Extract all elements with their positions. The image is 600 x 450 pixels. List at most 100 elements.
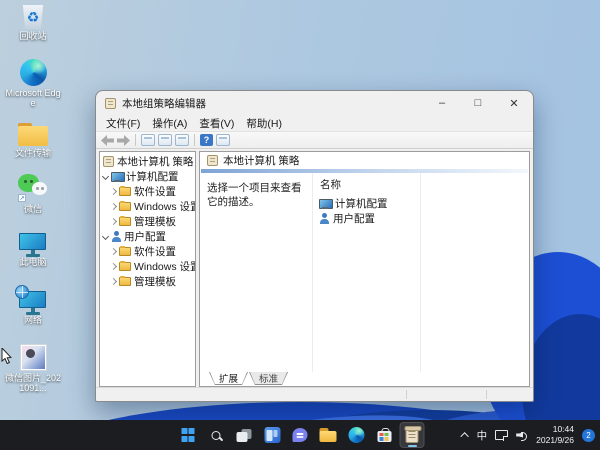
menu-file[interactable]: 文件(F) bbox=[100, 115, 146, 132]
toolbar-separator bbox=[194, 134, 195, 146]
list-item-computer-configuration[interactable]: 计算机配置 bbox=[313, 196, 529, 211]
toolbar-separator bbox=[135, 134, 136, 146]
this-pc-icon bbox=[19, 233, 47, 257]
desktop-icon-recycle-bin[interactable]: ♻ 回收站 bbox=[4, 5, 62, 41]
computer-config-icon bbox=[111, 172, 123, 182]
chevron-right-icon[interactable] bbox=[110, 218, 117, 225]
desktop-icon-folder[interactable]: 文件传输 bbox=[4, 123, 62, 158]
view-tabs: 扩展 标准 bbox=[200, 372, 529, 386]
user-config-icon bbox=[319, 213, 329, 224]
tree-item-admin-templates-user[interactable]: 管理模板 bbox=[100, 274, 195, 289]
list-item-user-configuration[interactable]: 用户配置 bbox=[313, 211, 529, 226]
column-header-name[interactable]: 名称 bbox=[313, 176, 529, 196]
tree-item-software-settings[interactable]: 软件设置 bbox=[100, 184, 195, 199]
store-button[interactable] bbox=[372, 422, 397, 448]
task-view-button[interactable] bbox=[232, 422, 257, 448]
folder-icon bbox=[4, 123, 62, 146]
tree-item-user-configuration[interactable]: 用户配置 bbox=[100, 229, 195, 244]
chat-button[interactable] bbox=[288, 422, 313, 448]
tree-item-software-settings-user[interactable]: 软件设置 bbox=[100, 244, 195, 259]
mouse-cursor bbox=[1, 348, 12, 365]
start-button[interactable] bbox=[176, 422, 201, 448]
selection-description: 选择一个项目来查看它的描述。 bbox=[200, 173, 312, 372]
edge-button[interactable] bbox=[344, 422, 369, 448]
tray-overflow-icon[interactable] bbox=[460, 432, 468, 440]
gpedit-window: 本地组策略编辑器 – □ ✕ 文件(F) 操作(A) 查看(V) 帮助(H) ? bbox=[95, 90, 534, 402]
menu-view[interactable]: 查看(V) bbox=[193, 115, 240, 132]
maximize-button[interactable]: □ bbox=[463, 93, 493, 113]
details-header: 本地计算机 策略 bbox=[200, 152, 529, 169]
tab-standard[interactable]: 标准 bbox=[250, 372, 287, 384]
folder-icon bbox=[119, 217, 131, 226]
tree-item-admin-templates[interactable]: 管理模板 bbox=[100, 214, 195, 229]
shortcut-arrow-icon: ↗ bbox=[18, 194, 26, 202]
desktop-icon-label: 回收站 bbox=[4, 31, 62, 41]
chevron-down-icon[interactable] bbox=[102, 233, 109, 240]
volume-icon[interactable] bbox=[516, 430, 528, 440]
widgets-button[interactable] bbox=[260, 422, 285, 448]
tree-item-computer-configuration[interactable]: 计算机配置 bbox=[100, 169, 195, 184]
ime-indicator[interactable]: 中 bbox=[477, 428, 488, 443]
chevron-right-icon[interactable] bbox=[110, 263, 117, 270]
back-icon[interactable] bbox=[101, 135, 114, 146]
forward-icon[interactable] bbox=[117, 135, 130, 146]
file-explorer-icon bbox=[320, 428, 337, 442]
chevron-right-icon[interactable] bbox=[110, 203, 117, 210]
tree-item-root[interactable]: 本地计算机 策略 bbox=[100, 154, 195, 169]
desktop-icon-wechat[interactable]: ↗ 微信 bbox=[4, 174, 62, 214]
export-list-icon[interactable] bbox=[175, 134, 189, 146]
microsoft-store-icon bbox=[377, 428, 391, 442]
network-status-icon[interactable] bbox=[495, 430, 508, 441]
folder-icon bbox=[119, 187, 131, 196]
policy-root-icon bbox=[207, 155, 218, 166]
list-item-label: 用户配置 bbox=[333, 211, 375, 226]
tree-item-label: 软件设置 bbox=[134, 184, 176, 199]
tree-item-label: Windows 设置 bbox=[134, 199, 196, 214]
close-button[interactable]: ✕ bbox=[499, 93, 529, 113]
help-icon[interactable]: ? bbox=[200, 134, 213, 146]
desktop-icon-wechat-image[interactable]: 微信图片_2021091... bbox=[4, 344, 62, 394]
menu-help[interactable]: 帮助(H) bbox=[240, 115, 288, 132]
details-pane: 本地计算机 策略 选择一个项目来查看它的描述。 名称 计算机配置 bbox=[199, 151, 530, 387]
show-console-tree-icon[interactable] bbox=[141, 134, 155, 146]
title-bar[interactable]: 本地组策略编辑器 – □ ✕ bbox=[96, 91, 533, 115]
desktop-icon-edge[interactable]: Microsoft Edge bbox=[4, 59, 62, 109]
desktop-icon-this-pc[interactable]: 此电脑 bbox=[4, 233, 62, 267]
recycle-bin-icon: ♻ bbox=[4, 5, 62, 29]
windows-logo-icon bbox=[181, 428, 195, 442]
console-window-icon[interactable] bbox=[216, 134, 230, 146]
policy-root-icon bbox=[103, 156, 114, 167]
gpedit-icon bbox=[406, 427, 419, 443]
desktop-icon-network[interactable]: 网络 bbox=[4, 291, 62, 325]
edge-icon bbox=[348, 427, 364, 443]
minimize-button[interactable]: – bbox=[427, 93, 457, 113]
folder-icon bbox=[119, 202, 131, 211]
tray-time: 10:44 bbox=[536, 424, 574, 435]
menu-action[interactable]: 操作(A) bbox=[146, 115, 193, 132]
gpedit-taskbar-button[interactable] bbox=[400, 422, 425, 448]
chevron-right-icon[interactable] bbox=[110, 188, 117, 195]
folder-icon bbox=[119, 247, 131, 256]
tab-extended[interactable]: 扩展 bbox=[210, 372, 247, 384]
chat-icon bbox=[293, 428, 308, 442]
file-explorer-button[interactable] bbox=[316, 422, 341, 448]
desktop-icon-label: 微信 bbox=[4, 204, 62, 214]
properties-icon[interactable] bbox=[158, 134, 172, 146]
chevron-down-icon[interactable] bbox=[102, 173, 109, 180]
tree-item-label: 用户配置 bbox=[124, 229, 166, 244]
search-button[interactable] bbox=[204, 422, 229, 448]
edge-icon bbox=[4, 59, 62, 86]
tree-item-label: Windows 设置 bbox=[134, 259, 196, 274]
computer-config-icon bbox=[319, 199, 331, 209]
wechat-icon: ↗ bbox=[4, 174, 62, 202]
notification-badge[interactable]: 2 bbox=[582, 429, 595, 442]
main-area: 本地计算机 策略 计算机配置 软件设置 Windows 设置 bbox=[96, 149, 533, 387]
desktop-icon-label: Microsoft Edge bbox=[4, 88, 62, 109]
network-icon bbox=[19, 291, 47, 315]
chevron-right-icon[interactable] bbox=[110, 278, 117, 285]
clock[interactable]: 10:44 2021/9/26 bbox=[536, 424, 574, 445]
tree-item-windows-settings-user[interactable]: Windows 设置 bbox=[100, 259, 195, 274]
tree-item-windows-settings[interactable]: Windows 设置 bbox=[100, 199, 195, 214]
chevron-right-icon[interactable] bbox=[110, 248, 117, 255]
tree-item-label: 本地计算机 策略 bbox=[117, 154, 193, 169]
